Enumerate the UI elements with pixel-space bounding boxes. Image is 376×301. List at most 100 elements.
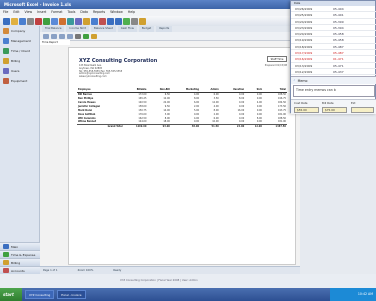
grand-total-cell: 38.00 [170, 123, 201, 128]
chevron-up-icon[interactable]: ⌃ [293, 79, 296, 83]
zoom-icon[interactable] [91, 33, 97, 39]
entry-code: 05-458 [333, 38, 344, 43]
nav-main-button[interactable]: Main [0, 242, 40, 250]
menu-edit[interactable]: Edit [13, 9, 19, 16]
grand-total-cell: 1269.00 [123, 123, 148, 128]
settings-icon[interactable] [131, 17, 138, 25]
sidebar-item-billing[interactable]: Billing [0, 56, 39, 66]
sidebar-item-label: Users [11, 69, 20, 73]
delete-icon[interactable] [35, 17, 42, 25]
print-icon[interactable] [27, 17, 34, 25]
clock-icon [3, 252, 9, 257]
home-icon [3, 244, 9, 249]
taskbar-item[interactable]: Excel - Invoice [57, 290, 86, 299]
entry-date: 03/17/2009 [295, 51, 313, 56]
equipment-icon [3, 78, 9, 84]
nav-accounts-button[interactable]: Accounts [0, 266, 40, 274]
menu-data[interactable]: Data [80, 9, 88, 16]
company-address: 123 Boardwalk Ave. Anytown, MA 02895 Tel… [79, 64, 122, 79]
entry-date: 03/16/2009 [295, 57, 313, 62]
entry-date: 03/25/2009 [295, 13, 313, 18]
entry-list: 03/26/2009 05-404 03/25/2009 05-401 03/24/20… [291, 6, 376, 76]
report-icon[interactable] [67, 17, 74, 25]
status-zoom: Zoom 100% [77, 269, 94, 272]
grand-total-cell: 51.50 [200, 123, 220, 128]
copy-icon[interactable] [51, 17, 58, 25]
ext-field[interactable] [351, 107, 374, 113]
list-item[interactable]: 03/12/2009 05-437 [291, 69, 376, 76]
sidebar-item-time-client[interactable]: Time / Client [0, 46, 39, 56]
export-icon[interactable] [83, 33, 89, 39]
menu-format[interactable]: Format [51, 9, 62, 16]
open-icon[interactable] [11, 17, 18, 25]
memo-header: ⌃ Memo [291, 76, 376, 84]
clock-icon [3, 48, 9, 54]
taskbar-item[interactable]: XYZ Consulting [25, 290, 55, 299]
help-icon[interactable] [139, 17, 146, 25]
sidebar-item-users[interactable]: Users [0, 66, 39, 76]
address-line: www.xyzconsulting.com [79, 75, 107, 79]
add-icon[interactable] [43, 17, 50, 25]
sidebar-item-label: Billing [11, 59, 21, 63]
sidebar-item-label: Time / Client [11, 49, 30, 53]
nav-time-expense-button[interactable]: Time & Expense [0, 250, 40, 258]
entry-date: 03/18/2009 [295, 44, 313, 49]
next-page-icon[interactable] [59, 33, 65, 39]
save-icon[interactable] [19, 17, 26, 25]
nav-label: Billing [11, 260, 21, 265]
sidebar-item-label: Company [11, 29, 26, 33]
status-page: Page 1 of 1 [43, 269, 58, 272]
sidebar-item-management[interactable]: Management [0, 36, 39, 46]
last-page-icon[interactable] [67, 33, 73, 39]
memo-field[interactable]: Time entry memos can b [293, 85, 375, 97]
menu-view[interactable]: View [25, 9, 33, 16]
management-icon [3, 38, 9, 44]
menu-file[interactable]: File [3, 9, 8, 16]
menu-window[interactable]: Window [110, 9, 123, 16]
entry-code: 05-487 [333, 44, 344, 49]
sidebar-item-equipment[interactable]: Equipment [0, 76, 39, 86]
refresh-icon[interactable] [123, 17, 130, 25]
stop-icon[interactable] [99, 17, 106, 25]
memo-label: Memo [297, 78, 308, 83]
rate-fields: Cost Rate Bill Rate Ext $55.00 $75.00 [291, 99, 376, 114]
menu-help[interactable]: Help [128, 9, 135, 16]
email-icon[interactable] [91, 17, 98, 25]
sidebar-item-label: Management [11, 39, 31, 43]
nav-label: Main [11, 244, 19, 249]
cost-rate-label: Cost Rate [294, 101, 308, 105]
entry-code: 05-471 [333, 63, 344, 68]
menu-tools[interactable]: Tools [68, 9, 76, 16]
menu-insert[interactable]: Insert [37, 9, 46, 16]
first-page-icon[interactable] [43, 33, 49, 39]
new-icon[interactable] [3, 17, 10, 25]
document-tab[interactable]: Time Report [40, 40, 70, 45]
prev-page-icon[interactable] [51, 33, 57, 39]
menu-reports[interactable]: Reports [93, 9, 105, 16]
grand-total-cell: 1487.50 [262, 123, 287, 128]
forward-icon[interactable] [115, 17, 122, 25]
nav-billing-button[interactable]: Billing [0, 258, 40, 266]
ext-label: Ext [351, 101, 356, 105]
cost-rate-field[interactable]: $55.00 [294, 107, 319, 113]
entry-code: 05-437 [333, 69, 344, 74]
bill-rate-field[interactable]: $75.00 [322, 107, 347, 113]
report-page: XYZ Consulting Corporation 123 Boardwalk… [68, 47, 296, 265]
bottom-status: XYZ Consulting Corporation | Fiscal Year… [0, 274, 376, 288]
entry-code: 05-394 [333, 25, 344, 30]
folder-icon[interactable] [83, 17, 90, 25]
sidebar-item-company[interactable]: Company [0, 26, 39, 36]
time-entry-popup: Date 03/26/2009 05-404 03/25/2009 05-401 03/… [290, 0, 376, 114]
back-icon[interactable] [107, 17, 114, 25]
grand-total-row: Grand Total 1269.00 93.00 38.00 51.50 24.00 12… [77, 123, 287, 128]
chart-icon[interactable] [59, 17, 66, 25]
calendar-icon[interactable] [75, 17, 82, 25]
print-icon[interactable] [75, 33, 81, 39]
clock: 10:42 AM [330, 288, 376, 301]
grand-total-label: Grand Total [77, 123, 124, 128]
grand-total-cell: 12.00 [245, 123, 263, 128]
start-button[interactable]: start [0, 288, 22, 301]
entry-date: 03/24/2009 [295, 19, 313, 24]
nav-label: Time & Expense [11, 252, 36, 257]
entry-date: 03/13/2009 [295, 63, 313, 68]
